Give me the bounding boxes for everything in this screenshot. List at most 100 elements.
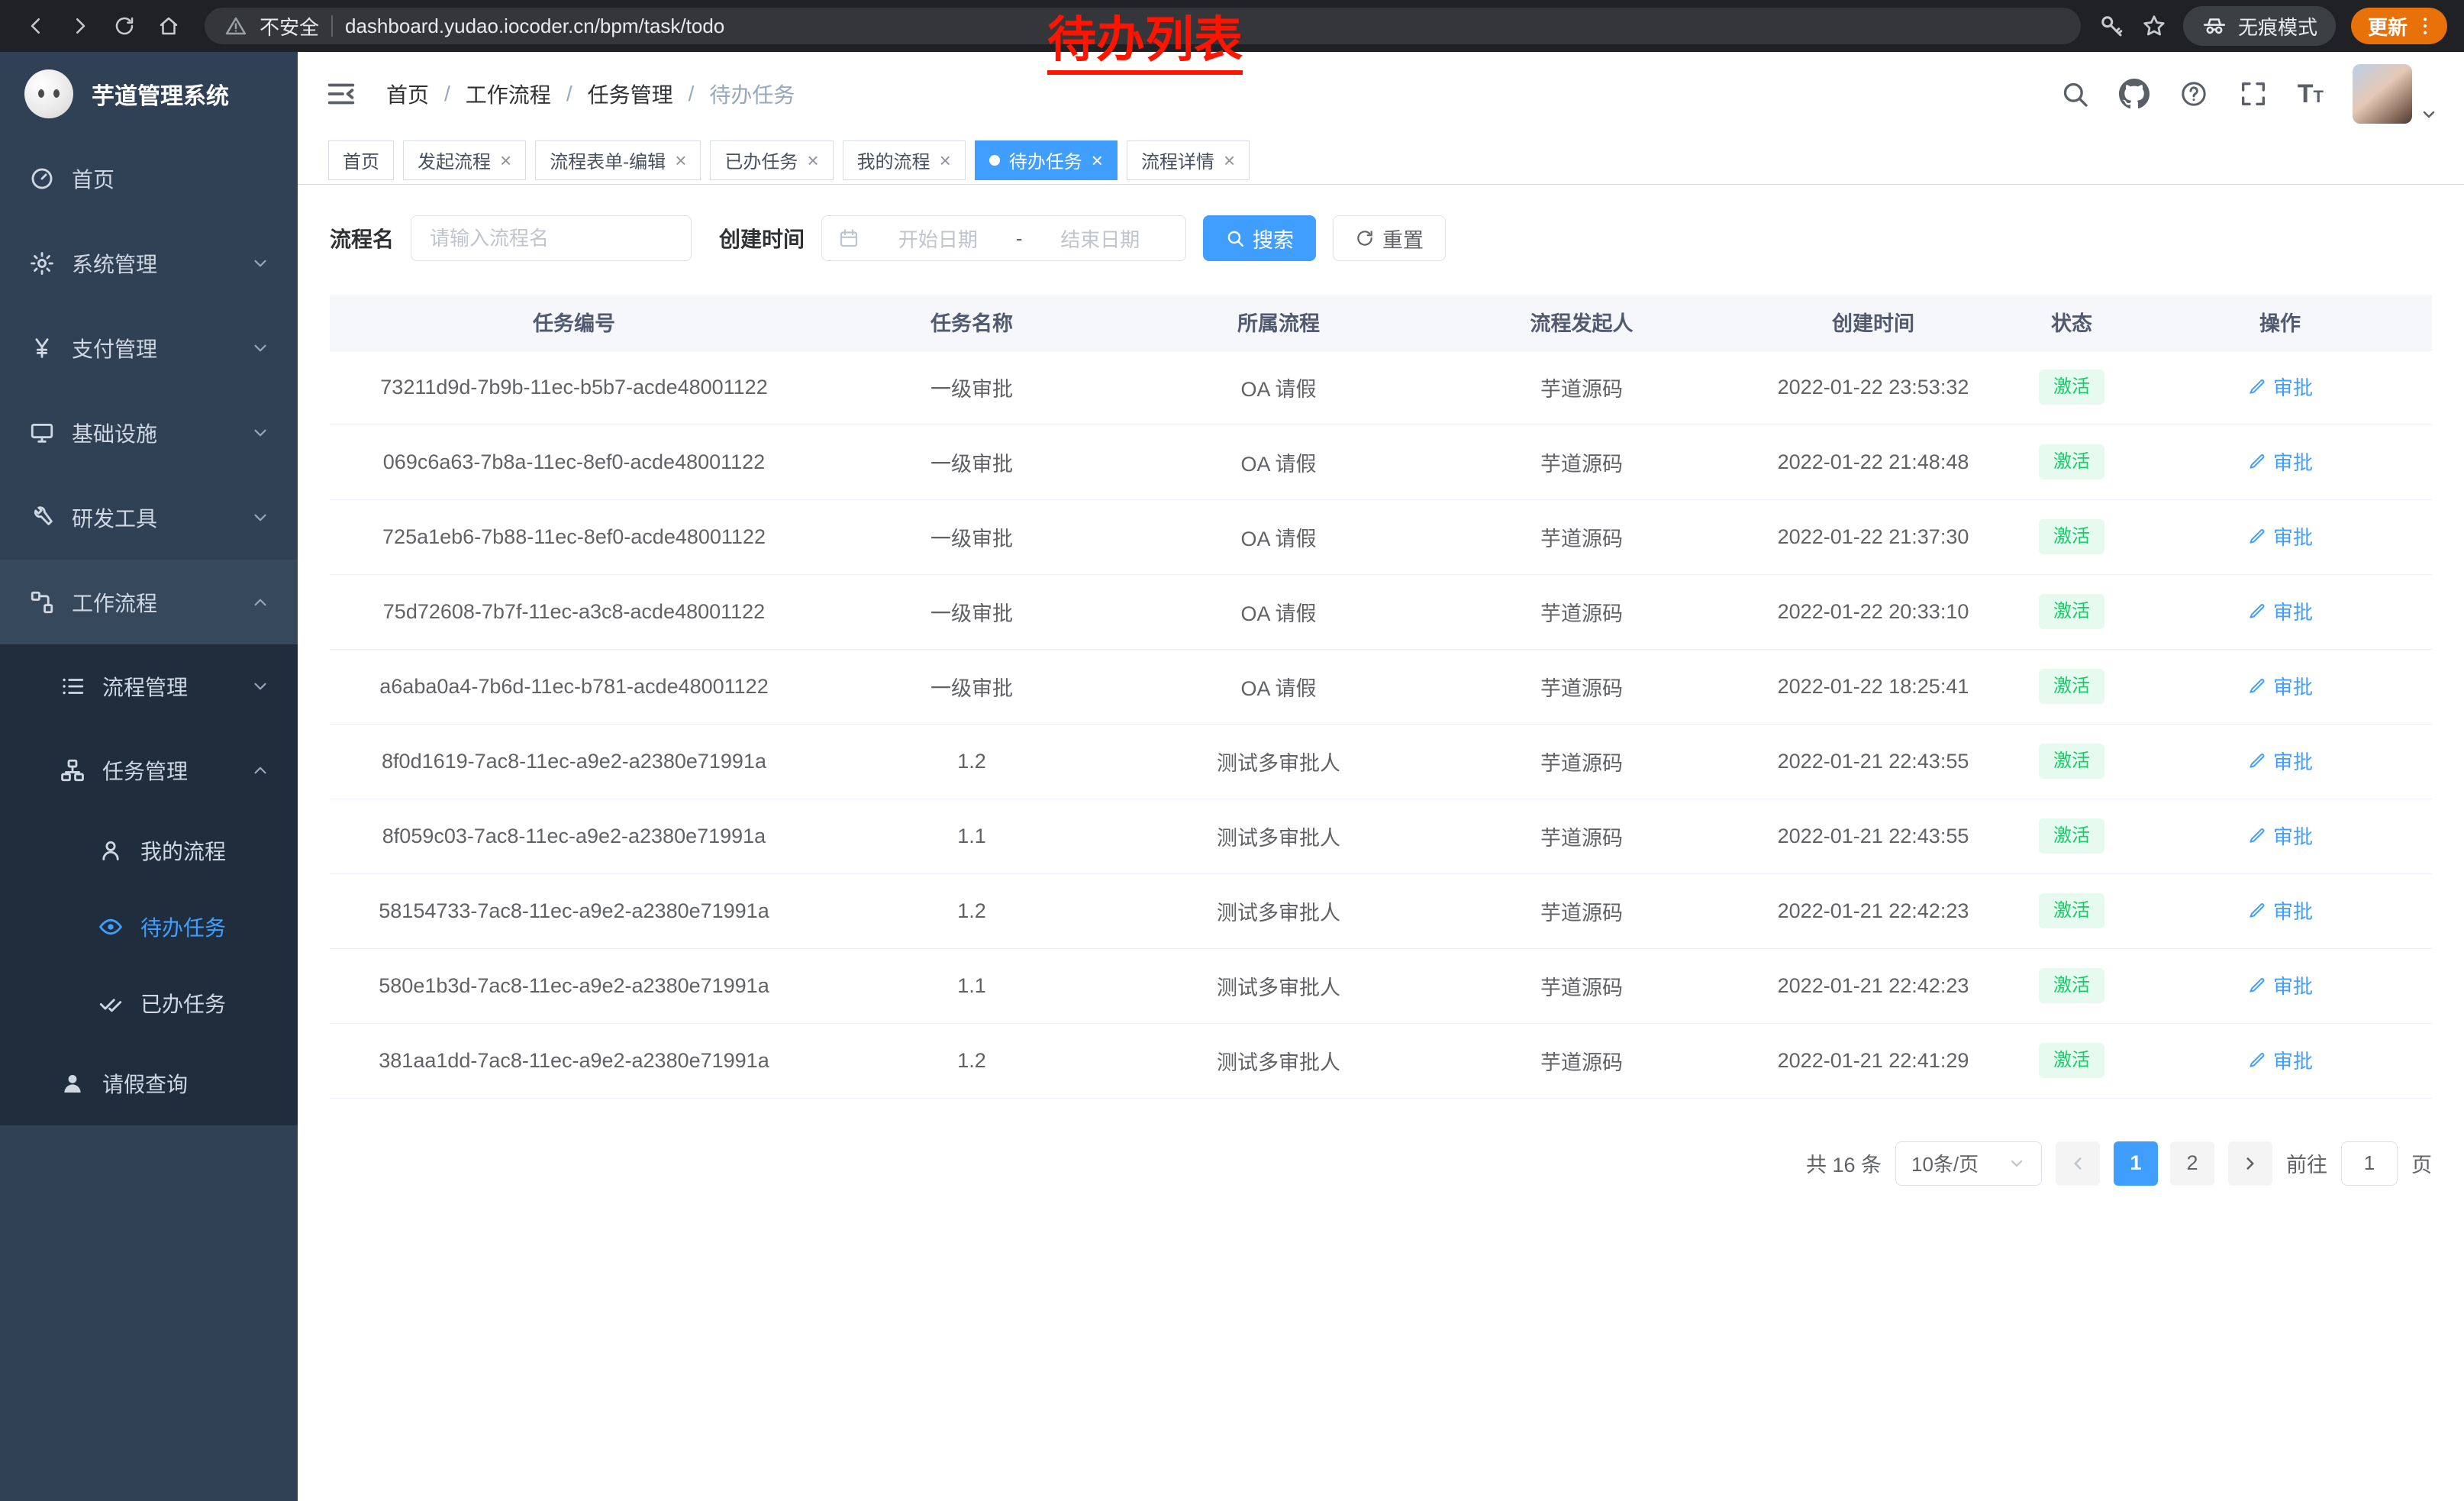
tab-close-icon[interactable]: × bbox=[807, 150, 818, 170]
key-icon[interactable] bbox=[2098, 12, 2125, 40]
next-page-button[interactable] bbox=[2228, 1141, 2272, 1186]
cell-initiator: 芋道源码 bbox=[1432, 574, 1731, 649]
tab-close-icon[interactable]: × bbox=[675, 150, 686, 170]
column-header: 操作 bbox=[2128, 295, 2432, 350]
status-badge: 激活 bbox=[2039, 370, 2104, 405]
sidebar-item-infrastructure[interactable]: 基础设施 bbox=[0, 390, 298, 475]
table-row: 58154733-7ac8-11ec-a9e2-a2380e71991a1.2测… bbox=[330, 873, 2432, 948]
url-text[interactable]: dashboard.yudao.iocoder.cn/bpm/task/todo bbox=[345, 15, 724, 38]
sidebar-item-payment-management[interactable]: 支付管理 bbox=[0, 305, 298, 390]
tab-todo-task[interactable]: 待办任务× bbox=[975, 140, 1118, 180]
bookmark-star-icon[interactable] bbox=[2140, 12, 2168, 40]
search-button[interactable]: 搜索 bbox=[1203, 215, 1316, 261]
approve-link[interactable]: 审批 bbox=[2247, 822, 2313, 850]
cell-initiator: 芋道源码 bbox=[1432, 424, 1731, 499]
yen-icon bbox=[29, 335, 55, 361]
date-range-picker[interactable]: 开始日期 - 结束日期 bbox=[821, 215, 1186, 261]
cell-create-time: 2022-01-22 21:48:48 bbox=[1731, 424, 2015, 499]
status-badge: 激活 bbox=[2039, 744, 2104, 780]
tab-label: 我的流程 bbox=[857, 147, 930, 173]
org-icon bbox=[60, 757, 85, 783]
tab-home[interactable]: 首页 bbox=[328, 140, 394, 180]
github-icon[interactable] bbox=[2119, 79, 2150, 109]
breadcrumb-item[interactable]: 工作流程 bbox=[466, 79, 551, 109]
page-button-2[interactable]: 2 bbox=[2170, 1141, 2214, 1186]
reset-button[interactable]: 重置 bbox=[1333, 215, 1446, 261]
sidebar-item-workflow[interactable]: 工作流程 bbox=[0, 560, 298, 644]
status-badge: 激活 bbox=[2039, 519, 2104, 555]
tab-close-icon[interactable]: × bbox=[940, 150, 951, 170]
approve-link[interactable]: 审批 bbox=[2247, 971, 2313, 999]
sidebar-item-my-process[interactable]: 我的流程 bbox=[0, 812, 298, 889]
tab-close-icon[interactable]: × bbox=[1092, 150, 1103, 170]
chevron-up-icon bbox=[250, 592, 270, 612]
table-header-row: 任务编号任务名称所属流程流程发起人创建时间状态操作 bbox=[330, 295, 2432, 350]
menu-dots-icon[interactable] bbox=[2414, 15, 2437, 37]
approve-link[interactable]: 审批 bbox=[2247, 672, 2313, 700]
approve-link[interactable]: 审批 bbox=[2247, 597, 2313, 625]
chevron-down-icon bbox=[250, 676, 270, 696]
user-menu[interactable] bbox=[2353, 64, 2438, 124]
logo-row[interactable]: 芋道管理系统 bbox=[0, 52, 298, 136]
help-icon[interactable] bbox=[2179, 79, 2209, 109]
column-header: 状态 bbox=[2015, 295, 2128, 350]
approve-link[interactable]: 审批 bbox=[2247, 447, 2313, 476]
cell-process: OA 请假 bbox=[1125, 649, 1432, 724]
breadcrumb-item[interactable]: 首页 bbox=[386, 79, 429, 109]
process-name-label: 流程名 bbox=[330, 223, 394, 253]
approve-link[interactable]: 审批 bbox=[2247, 373, 2313, 401]
sidebar-item-task-management[interactable]: 任务管理 bbox=[0, 728, 298, 812]
tab-my-process[interactable]: 我的流程 × bbox=[843, 140, 966, 180]
status-badge: 激活 bbox=[2039, 1043, 2104, 1079]
approve-link[interactable]: 审批 bbox=[2247, 747, 2313, 775]
approve-link[interactable]: 审批 bbox=[2247, 522, 2313, 550]
sidebar-item-todo-task[interactable]: 待办任务 bbox=[0, 889, 298, 965]
cell-initiator: 芋道源码 bbox=[1432, 724, 1731, 799]
prev-page-button[interactable] bbox=[2056, 1141, 2100, 1186]
approve-link[interactable]: 审批 bbox=[2247, 1046, 2313, 1074]
sidebar-item-process-management[interactable]: 流程管理 bbox=[0, 644, 298, 728]
tab-done-task[interactable]: 已办任务× bbox=[710, 140, 833, 180]
chevron-down-icon bbox=[250, 338, 270, 358]
table-row: a6aba0a4-7b6d-11ec-b781-acde48001122一级审批… bbox=[330, 649, 2432, 724]
end-date-placeholder[interactable]: 结束日期 bbox=[1030, 224, 1170, 253]
sidebar-item-dev-tools[interactable]: 研发工具 bbox=[0, 475, 298, 560]
chevron-down-icon bbox=[250, 508, 270, 528]
security-label[interactable]: 不安全 bbox=[260, 12, 319, 40]
breadcrumb-separator: / bbox=[444, 82, 450, 106]
sidebar-item-home[interactable]: 首页 bbox=[0, 136, 298, 221]
edit-icon bbox=[2247, 975, 2267, 995]
breadcrumb-item[interactable]: 任务管理 bbox=[588, 79, 673, 109]
cell-create-time: 2022-01-21 22:43:55 bbox=[1731, 799, 2015, 873]
home-button[interactable] bbox=[150, 7, 188, 45]
forward-button[interactable] bbox=[61, 7, 99, 45]
sidebar-collapse-icon[interactable] bbox=[324, 76, 359, 111]
breadcrumb-item: 待办任务 bbox=[709, 79, 795, 109]
start-date-placeholder[interactable]: 开始日期 bbox=[868, 224, 1008, 253]
tab-start-process[interactable]: 发起流程× bbox=[403, 140, 526, 180]
table-row: 73211d9d-7b9b-11ec-b5b7-acde48001122一级审批… bbox=[330, 350, 2432, 424]
approve-link[interactable]: 审批 bbox=[2247, 896, 2313, 925]
reload-button[interactable] bbox=[105, 7, 144, 45]
sidebar-menu: 首页系统管理支付管理基础设施研发工具工作流程流程管理任务管理我的流程待办任务已办… bbox=[0, 136, 298, 1125]
avatar[interactable] bbox=[2353, 64, 2412, 124]
tab-close-icon[interactable]: × bbox=[1224, 150, 1235, 170]
search-icon[interactable] bbox=[2059, 79, 2090, 109]
sidebar-item-system-management[interactable]: 系统管理 bbox=[0, 221, 298, 305]
back-button[interactable] bbox=[17, 7, 55, 45]
process-name-input[interactable] bbox=[411, 215, 692, 261]
tab-process-detail[interactable]: 流程详情× bbox=[1127, 140, 1250, 180]
update-button[interactable]: 更新 bbox=[2351, 8, 2447, 44]
goto-page-input[interactable] bbox=[2341, 1141, 2398, 1186]
page-size-select[interactable]: 10条/页 bbox=[1895, 1141, 2042, 1186]
status-badge: 激活 bbox=[2039, 594, 2104, 630]
tab-form-edit[interactable]: 流程表单-编辑× bbox=[535, 140, 701, 180]
cell-process: 测试多审批人 bbox=[1125, 873, 1432, 948]
sidebar-item-leave-query[interactable]: 请假查询 bbox=[0, 1041, 298, 1125]
page-button-1[interactable]: 1 bbox=[2114, 1141, 2158, 1186]
fullscreen-icon[interactable] bbox=[2238, 79, 2269, 109]
sidebar-item-done-task[interactable]: 已办任务 bbox=[0, 965, 298, 1041]
font-size-icon[interactable]: TT bbox=[2298, 81, 2324, 107]
status-badge: 激活 bbox=[2039, 893, 2104, 929]
tab-close-icon[interactable]: × bbox=[500, 150, 511, 170]
